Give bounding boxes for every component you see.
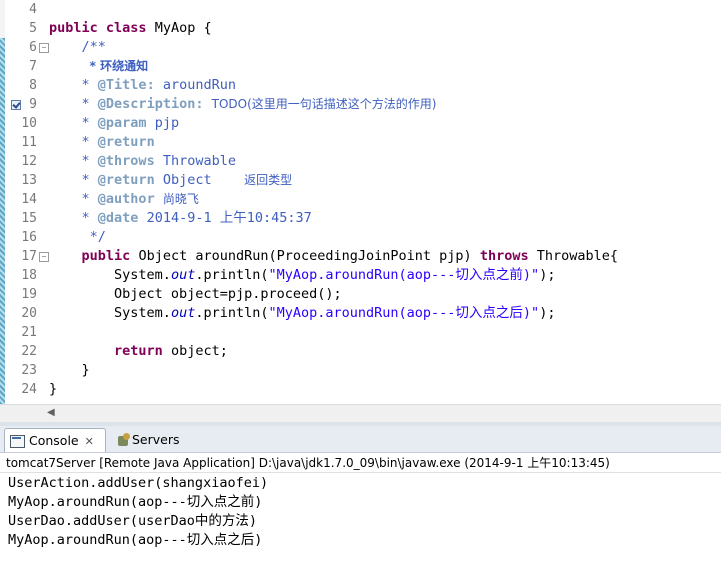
fold-toggle-icon[interactable]: −	[39, 43, 49, 53]
view-tab-bar: Console ✕ Servers	[0, 426, 721, 453]
code-editor[interactable]: 4 5 6 7 8 9 10 11 12 13 14 15 16 17 18 1…	[0, 0, 721, 404]
line-number: 15	[21, 211, 37, 226]
fold-toggle-icon[interactable]: −	[39, 252, 49, 262]
console-line: UserAction.addUser(shangxiaofei)	[8, 475, 269, 491]
tab-servers[interactable]: Servers	[112, 428, 192, 451]
line-number: 16	[21, 230, 37, 245]
code-line: /**	[81, 39, 106, 55]
code-line: * @Title: aroundRun	[81, 77, 236, 93]
code-line: System.out.println("MyAop.aroundRun(aop-…	[114, 305, 556, 321]
line-number: 11	[21, 135, 37, 150]
line-number: 8	[29, 78, 37, 93]
code-line: * @Description: TODO(这里用一句话描述这个方法的作用)	[81, 96, 437, 112]
scroll-left-arrow-icon[interactable]: ◀	[47, 407, 55, 418]
line-number: 24	[21, 382, 37, 397]
horizontal-scrollbar[interactable]: ◀	[43, 404, 721, 422]
code-line: * @author 尚晓飞	[81, 191, 199, 207]
code-line: * 环绕通知	[89, 59, 149, 73]
code-line: public Object aroundRun(ProceedingJoinPo…	[81, 248, 619, 264]
servers-icon	[118, 432, 130, 446]
line-number: 23	[21, 363, 37, 378]
code-line: * @throws Throwable	[81, 153, 236, 169]
console-line: MyAop.aroundRun(aop---切入点之前)	[8, 494, 263, 510]
line-number: 5	[29, 21, 37, 36]
line-number: 6	[29, 40, 37, 55]
tab-label: Servers	[132, 432, 180, 447]
line-number: 10	[21, 116, 37, 131]
scrollbar-corner	[0, 404, 43, 422]
line-number-gutter: 4 5 6 7 8 9 10 11 12 13 14 15 16 17 18 1…	[5, 0, 49, 404]
line-number: 19	[21, 287, 37, 302]
code-line: Object object=pjp.proceed();	[114, 286, 342, 302]
code-line: public class MyAop {	[49, 20, 212, 36]
line-number: 22	[21, 344, 37, 359]
code-line: */	[89, 229, 106, 245]
code-line: * @date 2014-9-1 上午10:45:37	[81, 210, 312, 226]
code-line: }	[81, 362, 90, 378]
line-number: 7	[29, 59, 37, 74]
code-line: * @return Object 返回类型	[81, 172, 293, 188]
close-tab-icon[interactable]: ✕	[85, 430, 94, 453]
tab-console[interactable]: Console ✕	[4, 428, 106, 452]
line-number: 17	[21, 249, 37, 264]
code-line: * @return	[81, 134, 155, 150]
code-line: return object;	[114, 343, 228, 359]
line-number: 13	[21, 173, 37, 188]
line-number: 21	[21, 325, 37, 340]
console-process-label: tomcat7Server [Remote Java Application] …	[0, 453, 721, 473]
task-marker-icon[interactable]	[11, 100, 21, 110]
tab-label: Console	[29, 433, 79, 448]
line-number: 14	[21, 192, 37, 207]
console-icon	[10, 435, 25, 448]
line-number: 12	[21, 154, 37, 169]
console-line: MyAop.aroundRun(aop---切入点之后)	[8, 532, 263, 548]
line-number: 18	[21, 268, 37, 283]
code-line: System.out.println("MyAop.aroundRun(aop-…	[114, 267, 556, 283]
code-line: }	[49, 381, 58, 397]
code-line: * @param pjp	[81, 115, 180, 131]
console-line: UserDao.addUser(userDao中的方法)	[8, 513, 258, 529]
line-number: 4	[29, 2, 37, 17]
line-number: 20	[21, 306, 37, 321]
